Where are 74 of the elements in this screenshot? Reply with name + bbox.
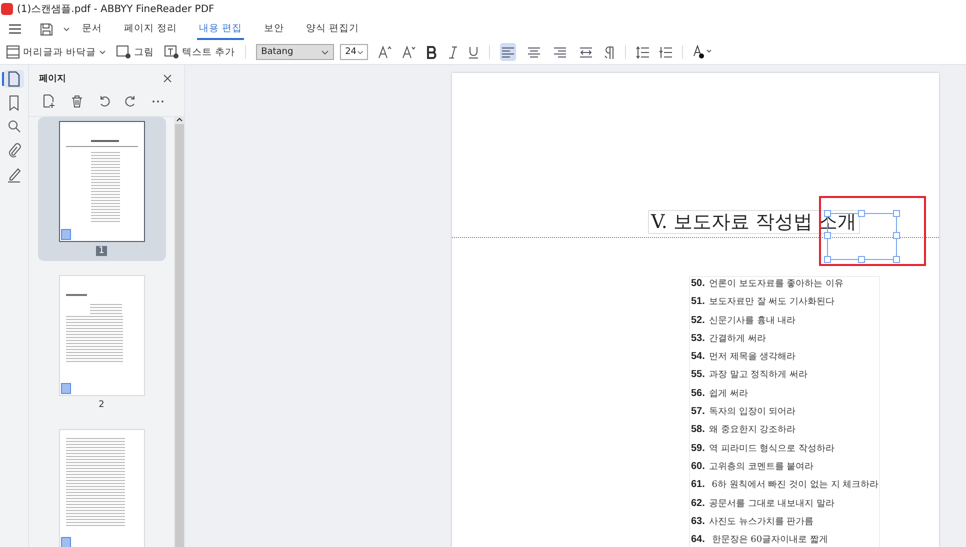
- item-text: 과장 말고 정직하게 써라: [708, 369, 808, 382]
- item-number: 58.: [691, 424, 705, 436]
- page-thumbnail[interactable]: 2: [38, 271, 166, 415]
- font-color-icon[interactable]: [693, 45, 714, 59]
- item-text: 6하 원칙에서 빠진 것이 없는 지 체크하라: [710, 479, 879, 492]
- page-number: 1: [96, 246, 108, 256]
- rotate-right-icon[interactable]: [125, 95, 137, 107]
- line-spacing-icon[interactable]: [636, 46, 650, 58]
- delete-icon[interactable]: [71, 94, 83, 108]
- item-number: 53.: [691, 332, 705, 344]
- page-number: 2: [98, 400, 106, 410]
- add-text-button[interactable]: 텍스트 추가: [164, 45, 236, 59]
- item-text: 사진도 뉴스가치를 판가름: [708, 516, 814, 528]
- item-number: 55.: [691, 369, 705, 380]
- window-title: (1)스캔샘플.pdf - ABBYY FineReader PDF: [17, 3, 214, 16]
- menu-tab[interactable]: 페이지 정리: [122, 18, 180, 40]
- item-text: 왜 중요한지 강조하라: [708, 424, 796, 436]
- item-number: 50.: [691, 278, 705, 289]
- font-size-dropdown[interactable]: 24: [340, 44, 368, 60]
- item-text: 역 피라미드 형식으로 작성하라: [708, 442, 834, 455]
- menu-tab[interactable]: 양식 편집기: [304, 18, 362, 40]
- item-number: 57.: [691, 406, 705, 418]
- font-dropdown[interactable]: Batang: [256, 44, 334, 60]
- item-number: 52.: [691, 314, 705, 326]
- text-direction-icon[interactable]: [604, 46, 616, 58]
- item-number: 56.: [691, 388, 705, 399]
- menu-tab[interactable]: 문서: [80, 18, 104, 40]
- item-number: 61.: [691, 479, 705, 490]
- menu-tab[interactable]: 내용 편집: [197, 18, 244, 40]
- item-number: 64.: [691, 534, 705, 546]
- page-thumbnail[interactable]: 1: [38, 117, 166, 261]
- item-number: 62.: [691, 498, 705, 509]
- caret-icon[interactable]: [63, 26, 70, 32]
- bold-icon[interactable]: [426, 46, 438, 58]
- item-number: 63.: [691, 516, 705, 527]
- more-icon[interactable]: [152, 100, 164, 102]
- item-number: 51.: [691, 296, 705, 308]
- caret-icon: [356, 50, 364, 54]
- picture-icon: [116, 45, 132, 59]
- align-left-button[interactable]: [500, 43, 516, 61]
- increase-font-icon[interactable]: [378, 45, 392, 59]
- header-footer-button[interactable]: 머리글과 바닥글: [6, 45, 106, 59]
- caret-icon: [99, 50, 106, 54]
- item-text: 먼저 제목을 생각해라: [708, 351, 796, 364]
- save-icon[interactable]: [40, 22, 53, 36]
- pages-icon[interactable]: [4, 70, 24, 88]
- item-text: 보도자료만 잘 써도 기사화된다: [708, 296, 834, 308]
- item-text: 언론이 보도자료를 좋아하는 이유: [708, 278, 844, 290]
- item-text: 공문서를 그대로 내보내지 말라: [708, 498, 834, 510]
- item-text: 간결하게 써라: [708, 332, 766, 345]
- item-text: 독자의 입장이 되어라: [708, 406, 796, 418]
- rotate-left-icon[interactable]: [98, 95, 110, 107]
- close-icon[interactable]: [163, 74, 172, 83]
- italic-icon[interactable]: [448, 46, 458, 58]
- underline-icon[interactable]: [468, 46, 480, 58]
- scroll-up-icon[interactable]: [176, 117, 182, 122]
- item-number: 60.: [691, 460, 705, 472]
- paragraph-spacing-icon[interactable]: [659, 46, 672, 58]
- decrease-font-icon[interactable]: [402, 45, 416, 59]
- add-page-icon[interactable]: [43, 94, 56, 108]
- item-text: 고위층의 코멘트를 붙여라: [708, 460, 814, 473]
- item-text: 쉽게 써라: [708, 388, 748, 400]
- menu-icon[interactable]: [8, 23, 22, 35]
- item-number: 54.: [691, 351, 705, 362]
- app-logo-icon: [1, 3, 13, 15]
- text-box-icon: [164, 45, 180, 59]
- header-footer-icon: [6, 45, 20, 59]
- menu-tab[interactable]: 보안: [262, 18, 286, 40]
- picture-button[interactable]: 그림: [116, 45, 154, 59]
- item-text: 한문장은 60글자이내로 짧게: [710, 534, 828, 546]
- item-number: 59.: [691, 442, 705, 454]
- caret-icon: [321, 50, 330, 54]
- item-text: 신문기사를 흉내 내라: [708, 314, 796, 327]
- panel-title: 페이지: [39, 73, 66, 85]
